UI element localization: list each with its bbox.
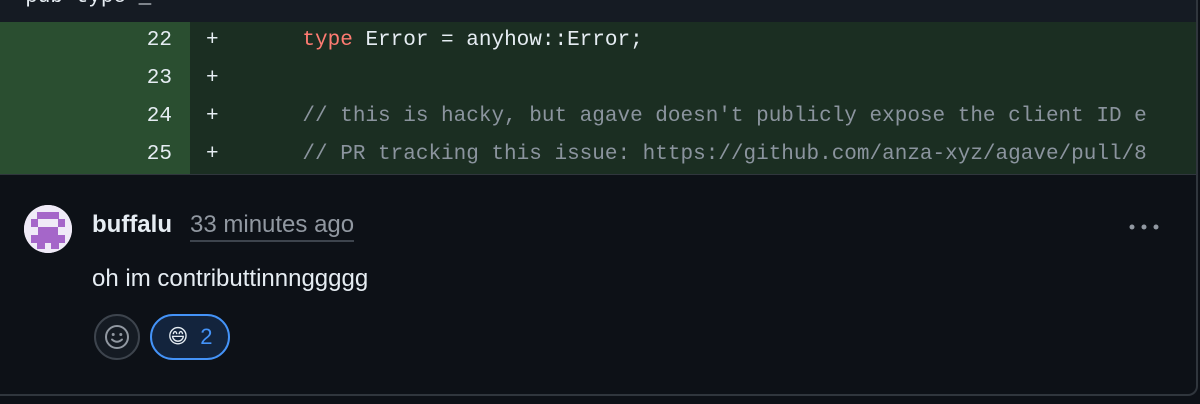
grinning-emoji-icon: 😄 [167, 326, 189, 348]
diff-row: 24 + // this is hacky, but agave doesn't… [0, 98, 1196, 136]
diff-added-marker: + [206, 67, 219, 90]
diff-added-marker: + [206, 29, 219, 52]
avatar-identicon [24, 205, 72, 253]
line-number[interactable]: 24 [0, 98, 190, 136]
avatar[interactable] [24, 205, 72, 253]
line-number[interactable]: 22 [0, 22, 190, 60]
reaction-count: 2 [200, 324, 213, 349]
code-cell: + type Error = anyhow::Error; [190, 22, 1196, 60]
line-number[interactable]: 25 [0, 136, 190, 174]
code-text: Error = anyhow::Error; [352, 29, 643, 52]
code-cell: + // PR tracking this issue: https://git… [190, 136, 1196, 174]
code-cell: + // this is hacky, but agave doesn't pu… [190, 98, 1196, 136]
code-comment: // this is hacky, but agave doesn't publ… [302, 105, 1147, 128]
review-comment: buffalu 33 minutes ago oh im contributti… [0, 175, 1196, 394]
kebab-menu-icon[interactable] [1126, 215, 1162, 239]
smiley-icon [105, 325, 129, 349]
code-cell: + [190, 60, 1196, 98]
pr-review-thread: pub type _ 22 + type Error = anyhow::Err… [0, 0, 1198, 396]
code-keyword: type [302, 29, 353, 52]
reaction-pill[interactable]: 😄 2 [150, 314, 230, 360]
diff-row: 22 + type Error = anyhow::Error; [0, 22, 1196, 60]
line-number[interactable]: 23 [0, 60, 190, 98]
comment-body: oh im contributtinnnggggg [92, 265, 369, 292]
diff-hunk: 22 + type Error = anyhow::Error; 23 + 24… [0, 22, 1196, 174]
diff-added-marker: + [206, 143, 219, 166]
comment-timestamp[interactable]: 33 minutes ago [190, 211, 355, 242]
diff-row: 23 + [0, 60, 1196, 98]
code-comment: // PR tracking this issue: https://githu… [302, 143, 1147, 166]
comment-author[interactable]: buffalu [92, 211, 172, 239]
add-reaction-button[interactable] [94, 314, 140, 360]
diff-partial-row: pub type _ [0, 0, 1196, 22]
diff-added-marker: + [206, 105, 219, 128]
diff-partial-text: pub type _ [0, 0, 151, 9]
diff-row: 25 + // PR tracking this issue: https://… [0, 136, 1196, 174]
